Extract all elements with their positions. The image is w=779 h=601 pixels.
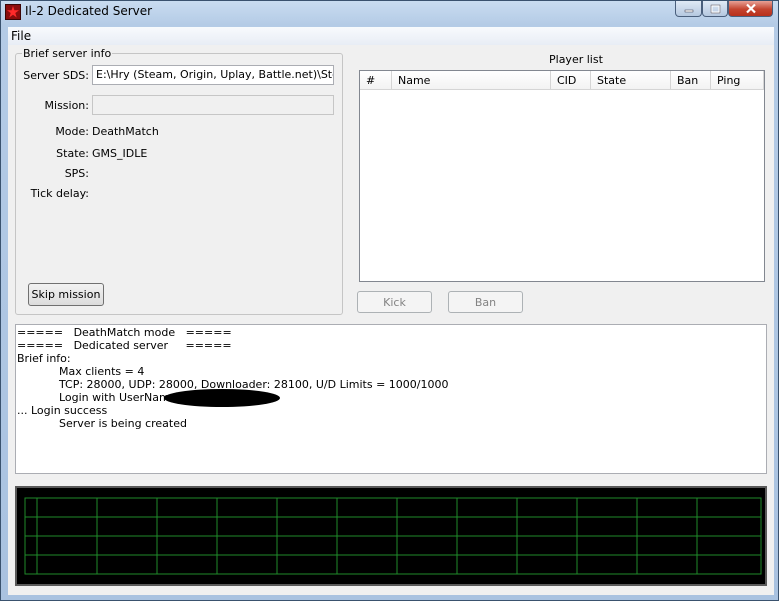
mode-label: Mode: <box>55 125 89 138</box>
log-line: ... Login success <box>17 404 108 417</box>
client-area: Brief server info Server SDS: E:\Hry (St… <box>8 45 774 595</box>
server-sds-label: Server SDS: <box>23 69 89 82</box>
graph-grid <box>24 497 762 575</box>
minimize-button[interactable] <box>675 1 702 17</box>
close-button[interactable] <box>728 1 773 17</box>
log-line: ===== Dedicated server ===== <box>17 339 232 352</box>
server-sds-field[interactable]: E:\Hry (Steam, Origin, Uplay, Battle.net… <box>92 65 334 85</box>
brief-server-info-group: Brief server info Server SDS: E:\Hry (St… <box>15 47 343 315</box>
maximize-button[interactable] <box>702 1 728 17</box>
log-line: ===== DeathMatch mode ===== <box>17 326 232 339</box>
title-bar[interactable]: Il-2 Dedicated Server <box>1 1 778 23</box>
close-icon <box>745 3 756 14</box>
log-line: Brief info: <box>17 352 71 365</box>
maximize-icon <box>710 4 720 13</box>
server-window: Il-2 Dedicated Server File Brief server … <box>0 0 779 601</box>
minimize-icon <box>684 9 693 12</box>
mission-field[interactable] <box>92 95 334 115</box>
column-ban[interactable]: Ban <box>671 71 711 89</box>
state-label: State: <box>56 147 89 160</box>
skip-mission-button[interactable]: Skip mission <box>28 283 104 306</box>
player-list[interactable]: # Name CID State Ban Ping <box>359 70 765 282</box>
player-list-title: Player list <box>549 53 603 66</box>
red-star-icon[interactable] <box>5 4 21 20</box>
mission-label: Mission: <box>44 99 89 112</box>
log-line: Server is being created <box>17 417 187 430</box>
mode-value: DeathMatch <box>92 125 159 138</box>
server-log[interactable]: ===== DeathMatch mode ===== ===== Dedica… <box>15 324 767 474</box>
log-line: Max clients = 4 <box>17 365 145 378</box>
traffic-graph <box>15 486 767 586</box>
window-title: Il-2 Dedicated Server <box>25 4 153 18</box>
column-name[interactable]: Name <box>392 71 551 89</box>
column-cid[interactable]: CID <box>551 71 591 89</box>
menu-file[interactable]: File <box>11 29 31 43</box>
state-value: GMS_IDLE <box>92 147 148 160</box>
sps-label: SPS: <box>64 167 89 180</box>
column-state[interactable]: State <box>591 71 671 89</box>
tick-delay-label: Tick delay: <box>30 187 89 200</box>
column-ping[interactable]: Ping <box>711 71 764 89</box>
ban-button[interactable]: Ban <box>448 291 523 313</box>
kick-button[interactable]: Kick <box>357 291 432 313</box>
log-line: Login with UserName <box>17 391 177 404</box>
menu-bar: File <box>8 27 774 45</box>
column-number[interactable]: # <box>360 71 392 89</box>
brief-server-info-legend: Brief server info <box>22 47 113 60</box>
redaction-mark <box>164 389 280 407</box>
player-list-header: # Name CID State Ban Ping <box>360 71 764 90</box>
